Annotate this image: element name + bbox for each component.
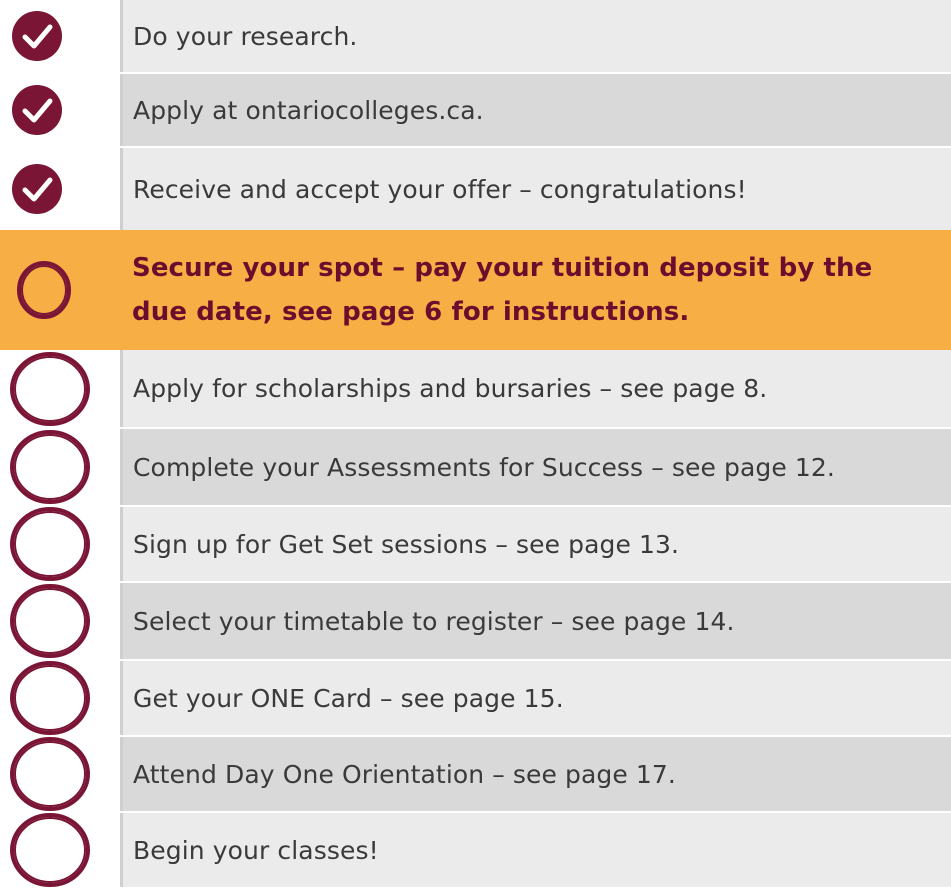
icon-cell	[0, 148, 120, 230]
item-text-cell: Apply at ontariocolleges.ca.	[120, 74, 951, 146]
icon-cell	[0, 230, 120, 350]
icon-cell	[0, 661, 120, 735]
empty-circle-icon	[10, 584, 90, 658]
item-text-line: Secure your spot – pay your tuition depo…	[132, 253, 873, 283]
list-item: Apply for scholarships and bursaries – s…	[0, 350, 951, 427]
icon-cell	[0, 429, 120, 505]
item-text: Complete your Assessments for Success – …	[133, 452, 835, 482]
item-text-cell: Do your research.	[120, 0, 951, 72]
item-text: Apply at ontariocolleges.ca.	[133, 95, 484, 125]
icon-cell	[0, 813, 120, 887]
icon-cell	[0, 74, 120, 146]
item-text-cell: Get your ONE Card – see page 15.	[120, 661, 951, 735]
item-text: Secure your spot – pay your tuition depo…	[123, 246, 872, 334]
item-text-line: due date, see page 6 for instructions.	[132, 297, 690, 327]
empty-circle-icon	[10, 351, 90, 426]
empty-circle-icon	[10, 430, 90, 504]
icon-cell	[0, 507, 120, 581]
empty-circle-icon	[10, 813, 90, 887]
item-text-cell: Secure your spot – pay your tuition depo…	[120, 230, 951, 350]
item-text: Receive and accept your offer – congratu…	[133, 174, 747, 204]
checkmark-circle-icon	[12, 85, 62, 135]
empty-circle-icon	[17, 261, 71, 319]
list-item: Apply at ontariocolleges.ca.	[0, 74, 951, 146]
item-text: Get your ONE Card – see page 15.	[133, 683, 564, 713]
empty-circle-icon	[10, 507, 90, 581]
empty-circle-icon	[10, 737, 90, 811]
list-item: Select your timetable to register – see …	[0, 583, 951, 659]
checklist: Do your research. Apply at ontariocolleg…	[0, 0, 951, 887]
list-item: Sign up for Get Set sessions – see page …	[0, 507, 951, 581]
icon-cell	[0, 737, 120, 811]
item-text-cell: Complete your Assessments for Success – …	[120, 429, 951, 505]
checkmark-circle-icon	[12, 164, 62, 214]
list-item-current: Secure your spot – pay your tuition depo…	[0, 230, 951, 350]
item-text: Select your timetable to register – see …	[133, 606, 735, 636]
item-text-cell: Select your timetable to register – see …	[120, 583, 951, 659]
item-text-cell: Apply for scholarships and bursaries – s…	[120, 350, 951, 427]
list-item: Receive and accept your offer – congratu…	[0, 148, 951, 230]
list-item: Get your ONE Card – see page 15.	[0, 661, 951, 735]
empty-circle-icon	[10, 661, 90, 735]
list-item: Attend Day One Orientation – see page 17…	[0, 737, 951, 811]
icon-cell	[0, 350, 120, 427]
item-text: Apply for scholarships and bursaries – s…	[133, 374, 768, 403]
item-text-cell: Begin your classes!	[120, 813, 951, 887]
item-text: Sign up for Get Set sessions – see page …	[133, 529, 680, 559]
item-text: Begin your classes!	[133, 835, 379, 865]
item-text-cell: Sign up for Get Set sessions – see page …	[120, 507, 951, 581]
list-item: Complete your Assessments for Success – …	[0, 429, 951, 505]
list-item: Do your research.	[0, 0, 951, 72]
item-text: Attend Day One Orientation – see page 17…	[133, 759, 676, 789]
item-text-cell: Receive and accept your offer – congratu…	[120, 148, 951, 230]
item-text-cell: Attend Day One Orientation – see page 17…	[120, 737, 951, 811]
icon-cell	[0, 583, 120, 659]
icon-cell	[0, 0, 120, 72]
checkmark-circle-icon	[12, 11, 62, 61]
item-text: Do your research.	[133, 21, 358, 51]
list-item: Begin your classes!	[0, 813, 951, 887]
